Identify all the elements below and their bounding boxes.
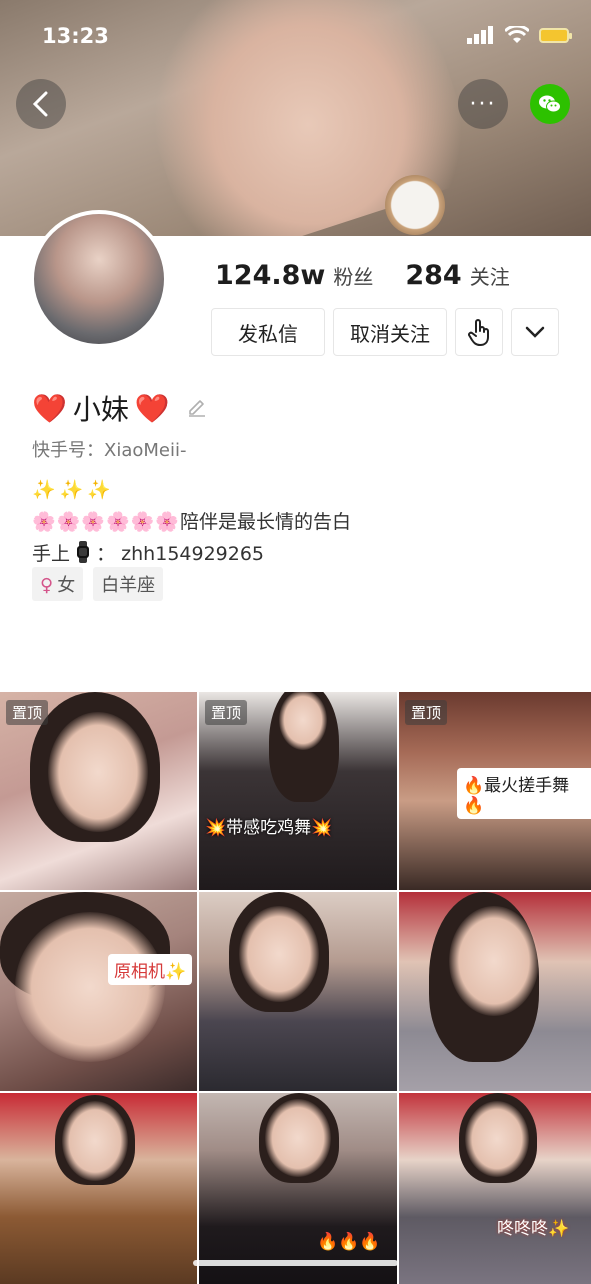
gender-tag-label: 女 — [57, 575, 76, 596]
back-button[interactable] — [16, 79, 66, 129]
heart-icon: ❤️ — [32, 391, 67, 425]
kuaishou-id-value: XiaoMeii- — [104, 440, 187, 461]
unfollow-button[interactable]: 取消关注 — [333, 308, 447, 356]
status-time: 13:23 — [42, 24, 109, 48]
signal-icon — [467, 26, 493, 44]
thumbnail-photo — [15, 912, 165, 1062]
profile-bio: ✨✨✨ 🌸🌸🌸🌸🌸🌸陪伴是最长情的告白 手上 ： zhh154929265 — [32, 474, 351, 570]
video-caption: 🔥最火搓手舞🔥 — [457, 768, 591, 819]
female-icon: ♀ — [40, 575, 54, 596]
back-arrow-icon — [32, 91, 48, 117]
wifi-icon — [505, 26, 529, 43]
thumbnail-photo — [48, 712, 148, 832]
more-button[interactable]: ··· — [458, 79, 508, 129]
video-thumbnail[interactable]: 置顶 💥带感吃鸡舞💥 — [199, 692, 397, 890]
thumbnail-photo — [449, 906, 539, 1016]
send-message-button[interactable]: 发私信 — [211, 308, 325, 356]
avatar[interactable] — [30, 210, 168, 348]
following-count[interactable]: 284 — [405, 260, 461, 291]
profile-stats: 124.8w 粉丝 284 关注 — [215, 260, 534, 291]
battery-icon — [539, 27, 572, 43]
thumbnail-photo — [239, 906, 319, 1002]
watch-icon — [77, 541, 90, 563]
video-caption: 咚咚咚✨ — [497, 1219, 570, 1239]
home-indicator[interactable] — [193, 1260, 398, 1266]
video-caption: 💥带感吃鸡舞💥 — [205, 818, 333, 838]
video-thumbnail[interactable]: 🔥🔥🔥 — [199, 1093, 397, 1284]
video-thumbnail[interactable]: 置顶 🔥最火搓手舞🔥 — [399, 692, 591, 890]
wechat-icon — [539, 95, 561, 113]
pinned-badge: 置顶 — [405, 700, 448, 725]
profile-tags: ♀ 女 白羊座 — [32, 567, 164, 601]
tap-gesture-button[interactable] — [455, 308, 503, 356]
following-label[interactable]: 关注 — [470, 261, 510, 290]
thumbnail-photo — [279, 692, 327, 750]
video-thumbnail[interactable]: 咚咚咚✨ — [399, 1093, 591, 1284]
thumbnail-photo — [465, 1101, 529, 1177]
bio-line-3-sep: ： — [96, 543, 116, 565]
status-bar: 13:23 — [0, 0, 591, 70]
pinned-badge: 置顶 — [205, 700, 248, 725]
video-thumbnail[interactable] — [0, 1093, 197, 1284]
profile-name-row: ❤️ 小妹 ❤️ — [32, 388, 208, 428]
hand-tap-icon — [468, 319, 489, 346]
kuaishou-id: 快手号：XiaoMeii- — [32, 436, 186, 462]
expand-button[interactable] — [511, 308, 559, 356]
bio-flower-emoji: 🌸🌸🌸🌸🌸🌸 — [32, 511, 180, 533]
thumbnail-photo — [265, 1099, 331, 1177]
more-dots-icon: ··· — [469, 91, 497, 117]
zodiac-tag: 白羊座 — [93, 567, 164, 601]
edit-pencil-icon[interactable] — [186, 397, 208, 419]
pinned-badge: 置顶 — [6, 700, 49, 725]
followers-count[interactable]: 124.8w — [215, 260, 325, 291]
kuaishou-id-label: 快手号： — [32, 440, 104, 461]
bio-line-3-value: zhh154929265 — [121, 543, 265, 565]
profile-name: 小妹 — [72, 393, 129, 426]
profile-actions: 发私信 取消关注 — [211, 308, 559, 356]
chevron-down-icon — [525, 326, 545, 338]
video-thumbnail[interactable] — [399, 892, 591, 1091]
gender-tag: ♀ 女 — [32, 567, 84, 601]
wechat-share-button[interactable] — [530, 84, 570, 124]
bio-line-1: ✨✨✨ — [32, 479, 115, 501]
bio-line-2-text: 陪伴是最长情的告白 — [179, 511, 351, 533]
status-icons — [467, 26, 572, 44]
bio-line-2: 🌸🌸🌸🌸🌸🌸陪伴是最长情的告白 — [32, 506, 351, 538]
video-thumbnail[interactable] — [199, 892, 397, 1091]
followers-label[interactable]: 粉丝 — [333, 261, 373, 290]
thumbnail-photo — [62, 1101, 128, 1181]
video-caption: 原相机✨ — [108, 954, 193, 985]
bio-line-3-prefix: 手上 — [32, 543, 71, 565]
video-caption: 🔥🔥🔥 — [317, 1232, 381, 1252]
profile-panel: 124.8w 粉丝 284 关注 发私信 取消关注 ❤️ 小妹 ❤️ 快手号：X… — [0, 210, 591, 692]
video-thumbnail[interactable]: 置顶 — [0, 692, 197, 890]
video-thumbnail[interactable]: 原相机✨ — [0, 892, 197, 1091]
video-grid: 置顶 置顶 💥带感吃鸡舞💥 置顶 🔥最火搓手舞🔥 原相机✨ 🔥🔥🔥 咚咚咚✨ — [0, 692, 591, 1284]
heart-icon: ❤️ — [134, 391, 170, 425]
bio-line-3: 手上 ： zhh154929265 — [32, 538, 351, 570]
banner-photo-watch — [385, 175, 445, 235]
